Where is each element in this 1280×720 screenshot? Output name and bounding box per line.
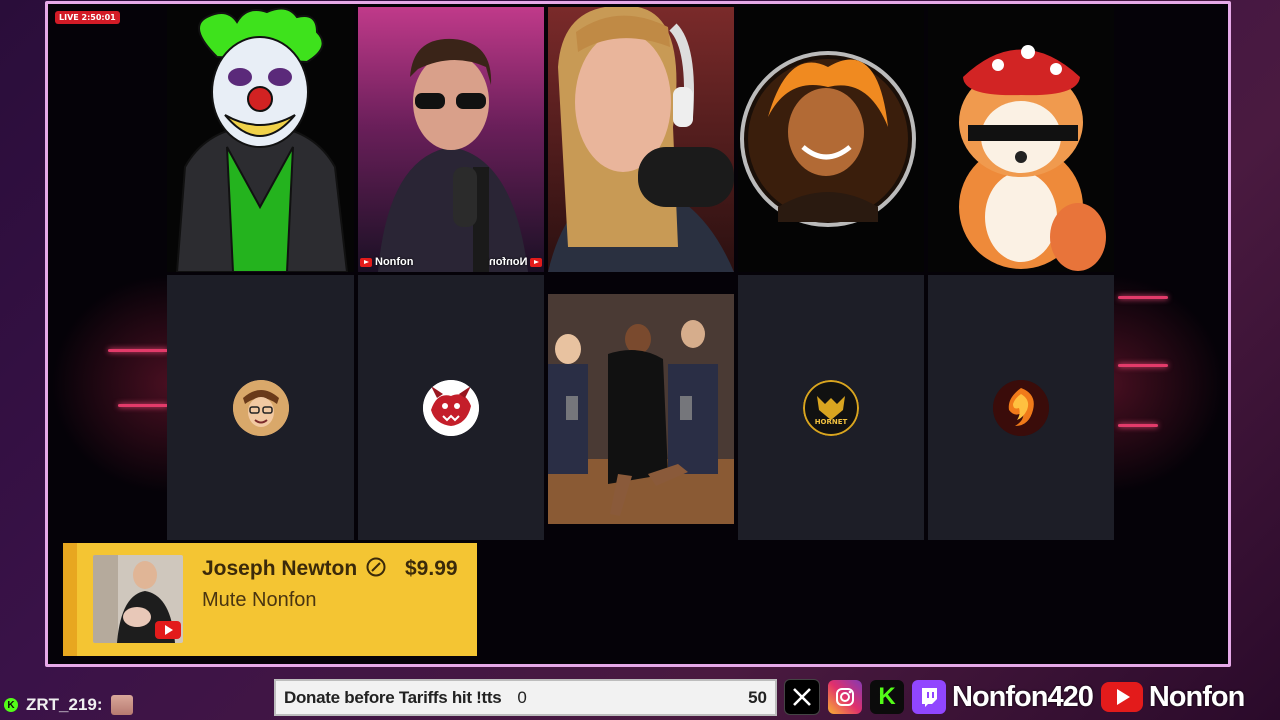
participant-avatar — [232, 379, 289, 436]
nonfon-tag-left: Nonfon — [360, 256, 413, 268]
red-dragon-icon — [423, 379, 479, 436]
decor-light — [1118, 424, 1158, 427]
shared-photo-tile[interactable] — [548, 294, 734, 524]
fire-dragon-icon — [993, 379, 1049, 436]
youtube-icon[interactable] — [1100, 682, 1143, 712]
fire-portrait-image — [740, 51, 916, 227]
blur-box — [566, 396, 578, 420]
participant-tile-fire-portrait[interactable] — [738, 7, 924, 272]
stage-glow-left — [51, 274, 171, 494]
participant-tile-audio-2[interactable] — [358, 275, 544, 540]
donation-goal-bar: Donate before Tariffs hit !tts 0 50 — [274, 679, 777, 716]
hornet-logo-text: HORNET — [815, 418, 848, 426]
chat-username: ZRT_219: — [26, 695, 103, 714]
participant-avatar: HORNET — [803, 379, 859, 436]
fox-avatar-image — [959, 45, 1106, 271]
decor-light — [1118, 296, 1168, 299]
headset-cam-image — [548, 7, 734, 272]
youtube-handle[interactable]: Nonfon — [1149, 681, 1245, 714]
shared-photo-image — [548, 294, 734, 524]
cartoon-face-icon — [232, 379, 289, 436]
participant-tile-nonfon[interactable]: Nonfon Nonfon — [358, 7, 544, 272]
decor-light — [118, 404, 168, 407]
twitch-icon[interactable] — [912, 680, 946, 714]
donor-photo — [93, 555, 183, 643]
social-links: K Nonfon420 Nonfon — [784, 678, 1245, 716]
chat-message: K ZRT_219: — [4, 695, 133, 715]
instagram-logo — [836, 688, 854, 706]
x-logo — [793, 688, 811, 706]
goal-title: Donate before Tariffs hit !tts — [284, 687, 502, 707]
donation-alert: Joseph Newton $9.99 Mute Nonfon — [63, 543, 477, 656]
goal-current: 0 — [517, 687, 527, 707]
blur-box — [680, 396, 692, 420]
participant-tile-audio-3[interactable]: HORNET — [738, 275, 924, 540]
donation-amount: $9.99 — [405, 557, 458, 580]
nonfon-tag-text: Nonfon — [375, 256, 414, 268]
twitch-logo — [922, 688, 937, 707]
x-icon[interactable] — [784, 679, 820, 715]
youtube-icon — [530, 257, 542, 267]
hornet-logo-icon: HORNET — [803, 379, 859, 436]
goal-target: 50 — [748, 687, 767, 707]
emote-icon — [110, 695, 133, 715]
twitch-handle[interactable]: Nonfon420 — [952, 681, 1094, 714]
stage-glow-right — [1105, 274, 1225, 494]
decor-light — [1118, 364, 1168, 367]
donation-message: Mute Nonfon — [202, 589, 317, 611]
nonfon-tag-right: Nonfon — [489, 256, 542, 268]
participant-tile-fox[interactable] — [928, 7, 1114, 272]
joker-avatar-image — [175, 7, 349, 272]
youtube-icon — [155, 621, 181, 639]
decor-light — [108, 349, 168, 352]
participant-avatar — [993, 379, 1049, 436]
live-badge: LIVE 2:50:01 — [55, 11, 120, 24]
kick-icon: K — [4, 698, 18, 712]
participant-tile-audio-1[interactable] — [167, 275, 354, 540]
donor-name: Joseph Newton — [202, 557, 358, 580]
participant-tile-headset[interactable] — [548, 7, 734, 272]
participant-avatar — [423, 379, 479, 436]
instagram-icon[interactable] — [828, 680, 862, 714]
nonfon-tag-text: Nonfon — [488, 256, 527, 268]
youtube-icon — [360, 257, 372, 267]
donation-stripe — [63, 543, 77, 656]
circle-check-icon — [366, 557, 386, 577]
participant-tile-joker[interactable] — [167, 7, 354, 272]
participant-tile-audio-4[interactable] — [928, 275, 1114, 540]
kick-icon[interactable]: K — [870, 680, 904, 714]
nonfon-cam-image — [378, 38, 528, 272]
